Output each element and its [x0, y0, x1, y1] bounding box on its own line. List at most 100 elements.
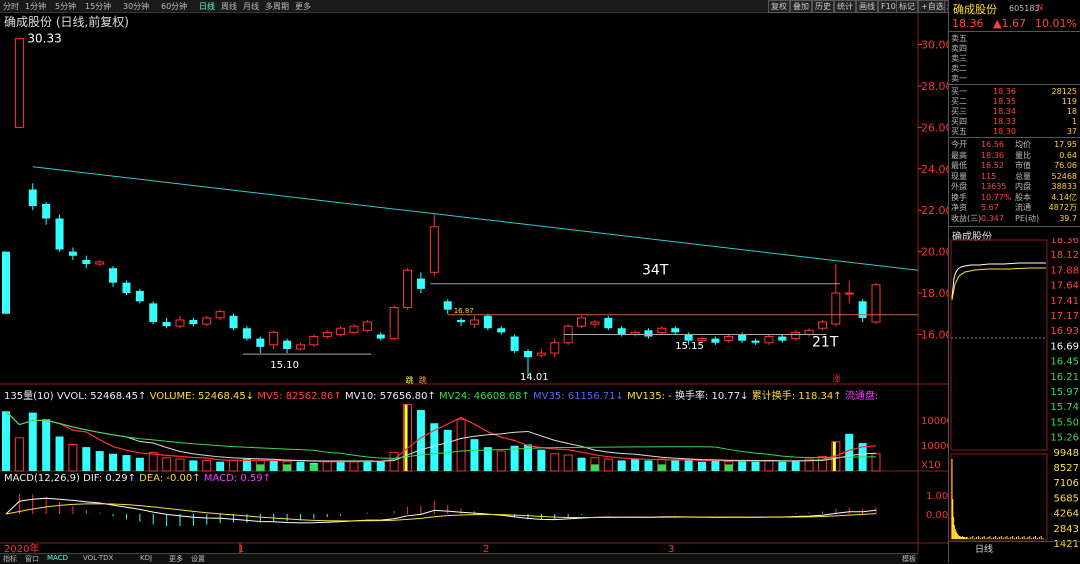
candle-body — [550, 342, 560, 354]
mini-axis-label: 7106 — [1054, 478, 1079, 489]
candle — [416, 272, 425, 294]
volume-ma5-line — [5, 410, 877, 463]
volume-bar — [376, 461, 385, 471]
candle — [269, 330, 279, 349]
candle — [644, 328, 653, 339]
mini-axis-label: 17.41 — [1050, 296, 1079, 307]
volume-bar — [470, 439, 479, 471]
mini-axis-label: 17.17 — [1050, 311, 1079, 322]
volume-bar — [550, 453, 560, 472]
candle — [617, 326, 626, 337]
marker-jump: 跳 — [406, 375, 414, 385]
candle — [764, 334, 774, 345]
volume-bar — [389, 451, 399, 472]
volume-value: VOLUME: 52468.45↓ — [149, 391, 255, 402]
mini-bottom-label[interactable]: 日线 — [975, 542, 993, 555]
row-label: 卖一 — [951, 74, 967, 83]
stat-row: 外盘 13635 内盘 38833 — [951, 181, 1079, 192]
volume-bar — [135, 457, 144, 471]
candle-body — [309, 336, 319, 346]
intraday-mini-chart[interactable]: 18.36 18.12 17.88 17.64 17.41 17.17 16.93 16.69… — [949, 238, 1080, 554]
volume-bar — [845, 433, 854, 471]
mini-axis-label: 15.74 — [1050, 402, 1079, 413]
candle-body — [189, 319, 198, 325]
candle-body — [2, 251, 10, 314]
candle — [202, 315, 212, 327]
turnover-value: 换手率: 10.77↓ — [674, 391, 749, 402]
row-label: 买五 — [951, 127, 967, 136]
candle — [309, 334, 319, 347]
volume-bar — [443, 429, 452, 471]
candle-body — [28, 189, 37, 207]
candle-body — [510, 336, 519, 352]
candle — [389, 305, 399, 341]
volume-bar — [684, 460, 693, 471]
volume-bar — [751, 461, 760, 471]
candle-body — [711, 338, 720, 343]
macd-indicator-header: MACD(12,26,9) DIF: 0.29↑ DEA: -0.00↑ MAC… — [4, 473, 271, 484]
stat-v1: 16.52 — [981, 161, 1004, 170]
candle-body — [362, 321, 372, 331]
mini-axis-label: 18.36 — [1050, 238, 1079, 246]
volume-bar — [175, 458, 185, 472]
volume-bar — [778, 461, 787, 471]
candle-body — [389, 307, 399, 340]
stat-row: 最低 16.52 市值 76.06 — [951, 160, 1079, 171]
candle — [2, 251, 10, 314]
candle — [483, 313, 492, 331]
stat-row: 收益(三) 0.347 PE(动) 39.7 — [951, 213, 1079, 224]
candle — [778, 334, 787, 343]
candle — [536, 348, 546, 358]
stat-v2: 52468 — [1051, 171, 1077, 181]
candle — [122, 280, 131, 296]
volume-bar — [671, 460, 680, 471]
candle — [95, 259, 105, 267]
candle — [349, 324, 359, 335]
buy-level: 买五 18.30 37 — [951, 126, 1079, 137]
volume-bar — [577, 457, 586, 471]
candle-body — [817, 321, 827, 329]
candle-body — [764, 336, 774, 344]
stat-l1: 净资 — [951, 203, 967, 212]
volume-green-bar — [309, 464, 318, 471]
candle-body — [403, 269, 413, 309]
price-axis-label: 26.00 — [921, 121, 948, 134]
volume-bar — [496, 450, 506, 472]
candle-body — [871, 284, 881, 323]
candle — [149, 301, 158, 325]
price-axis-label: 30.00 — [921, 39, 948, 52]
stat-v1: 10.77% — [981, 192, 1012, 202]
candle-body — [295, 344, 305, 350]
stat-l2: PE(动) — [1015, 213, 1040, 223]
mini-axis-label: 15.97 — [1050, 387, 1079, 398]
price-axis-label: 18.00 — [921, 287, 948, 300]
candle-body — [724, 336, 734, 342]
indicator-tab-3[interactable]: VOL-TDX — [83, 554, 113, 562]
indicator-tab-4[interactable]: KDJ — [140, 554, 152, 562]
stat-l2: 总量 — [1015, 171, 1031, 181]
volume-bar — [349, 461, 359, 472]
volume-bar — [109, 453, 118, 471]
candle — [831, 264, 841, 327]
quote-panel: 确成股份 605183 N 18.36 ▲1.67 10.01% 卖五 卖四 卖三卖… — [948, 0, 1080, 563]
indicator-tab-2[interactable]: MACD — [47, 554, 68, 562]
mark-21t: 21T — [812, 334, 839, 350]
mini-avg-line — [951, 267, 1046, 301]
candle — [336, 326, 346, 337]
vvol-value: VVOL: 52468.45↑ — [56, 391, 147, 402]
candle-body — [577, 317, 587, 327]
candle — [82, 255, 91, 269]
candle-body — [82, 259, 91, 265]
stock-code: 605183 — [1009, 4, 1040, 13]
candle — [42, 201, 51, 225]
candle-body — [175, 319, 185, 327]
low-price-label-3: 15.15 — [675, 341, 704, 352]
stat-v1: 13635 — [981, 182, 1007, 191]
volume-bar — [456, 418, 466, 472]
mv24-value: MV24: 46608.68↑ — [439, 391, 530, 402]
volume-bar — [269, 460, 278, 471]
volume-ma10-line — [5, 410, 877, 462]
low-price-label-1: 15.10 — [270, 360, 299, 371]
candle-body — [68, 251, 77, 256]
candle — [376, 332, 385, 341]
